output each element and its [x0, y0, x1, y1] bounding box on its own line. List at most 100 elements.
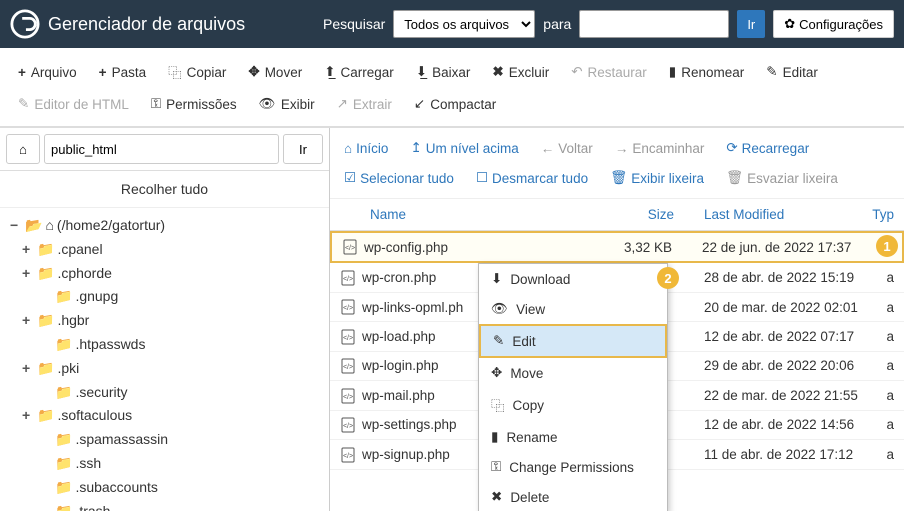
home-button[interactable]: ⌂: [6, 134, 40, 164]
folder-icon: 📁: [55, 285, 72, 309]
ctx-copy[interactable]: ⿻Copy: [479, 388, 667, 422]
code-file-icon: </>: [340, 446, 362, 462]
delete-button[interactable]: ✖Excluir: [482, 56, 559, 88]
ctx-edit[interactable]: ✎Edit2: [479, 324, 667, 358]
edit-button[interactable]: ✎Editar: [756, 56, 828, 88]
col-name[interactable]: Name: [340, 207, 584, 222]
tree-item[interactable]: 📁.subaccounts: [4, 476, 325, 500]
upload-icon: ⬆̲: [324, 64, 335, 80]
tree-item[interactable]: 📁.trash: [4, 500, 325, 511]
collapse-all-button[interactable]: Recolher tudo: [0, 171, 329, 208]
search-go-button[interactable]: Ir: [737, 10, 765, 38]
main-area: ⌂ Ir Recolher tudo − 📂 ⌂ (/home2/gatortu…: [0, 127, 904, 511]
pencil-icon: ✎: [766, 64, 777, 80]
rename-button[interactable]: ▮Renomear: [659, 56, 754, 88]
toggle-icon[interactable]: +: [22, 238, 34, 262]
plus-icon: +: [99, 65, 107, 80]
restore-button: ↶Restaurar: [561, 56, 657, 88]
view-trash-button[interactable]: 🗑 Exibir lixeira: [602, 166, 712, 190]
tree-item[interactable]: +📁.softaculous: [4, 404, 325, 428]
path-go-button[interactable]: Ir: [283, 134, 323, 164]
folder-icon: 📁: [55, 476, 72, 500]
folder-icon: 📁: [55, 452, 72, 476]
move-icon: ✥: [248, 64, 259, 80]
pencil-icon: ✎: [493, 333, 504, 349]
tree-item[interactable]: +📁.pki: [4, 357, 325, 381]
file-type: a: [864, 270, 894, 285]
home-nav-button[interactable]: ⌂ Início: [336, 136, 396, 160]
code-file-icon: </>: [340, 328, 362, 344]
new-file-button[interactable]: +Arquivo: [8, 56, 87, 88]
table-row[interactable]: </>wp-config.php3,32 KB22 de jun. de 202…: [330, 231, 904, 263]
extract-button: ↗Extrair: [327, 90, 402, 118]
tree-item[interactable]: 📁.spamassassin: [4, 428, 325, 452]
file-modified: 12 de abr. de 2022 14:56: [674, 417, 864, 432]
search-scope-select[interactable]: Todos os arquivos: [393, 10, 535, 38]
ctx-rename[interactable]: ▮Rename: [479, 422, 667, 452]
file-modified: 28 de abr. de 2022 15:19: [674, 270, 864, 285]
ctx-permissions[interactable]: ⚿Change Permissions: [479, 452, 667, 482]
eye-icon: 👁: [491, 301, 508, 317]
toggle-icon[interactable]: −: [10, 214, 22, 238]
folder-icon: 📁: [37, 357, 54, 381]
forward-button: → Encaminhar: [607, 136, 713, 160]
col-type[interactable]: Typ: [864, 207, 894, 222]
col-size[interactable]: Size: [584, 207, 674, 222]
file-type: a: [864, 358, 894, 373]
reload-button[interactable]: ⟳ Recarregar: [718, 136, 817, 160]
file-toolbar: ⌂ Início ↥ Um nível acima ← Voltar → Enc…: [330, 128, 904, 199]
svg-text:</>: </>: [343, 335, 353, 342]
view-button[interactable]: 👁Exibir: [249, 90, 325, 118]
ctx-delete[interactable]: ✖Delete: [479, 482, 667, 511]
folder-name: .hgbr: [57, 309, 89, 333]
path-input[interactable]: [44, 134, 279, 164]
undo-icon: ↶: [571, 64, 582, 80]
ctx-view[interactable]: 👁View: [479, 294, 667, 324]
upload-button[interactable]: ⬆̲Carregar: [314, 56, 404, 88]
svg-text:</>: </>: [343, 305, 353, 312]
download-button[interactable]: ⬇̲Baixar: [406, 56, 481, 88]
code-file-icon: </>: [340, 387, 362, 403]
folder-name: .security: [75, 381, 127, 405]
toggle-icon[interactable]: +: [22, 262, 34, 286]
deselect-all-button[interactable]: ☐ Desmarcar tudo: [468, 166, 596, 190]
compress-icon: ↙: [414, 96, 425, 112]
for-label: para: [543, 16, 571, 32]
file-icon: ▮: [491, 429, 498, 445]
tree-item[interactable]: 📁.ssh: [4, 452, 325, 476]
extract-icon: ↗: [337, 96, 348, 112]
file-rows: 1 ⬇Download 👁View ✎Edit2 ✥Move ⿻Copy ▮Re…: [330, 231, 904, 511]
tree-item[interactable]: 📁.security: [4, 381, 325, 405]
col-modified[interactable]: Last Modified: [674, 207, 864, 222]
compress-button[interactable]: ↙Compactar: [404, 90, 506, 118]
file-size: 3,32 KB: [582, 240, 672, 255]
select-all-button[interactable]: ☑ Selecionar tudo: [336, 166, 462, 190]
folder-icon: 📁: [37, 404, 54, 428]
tree-item[interactable]: +📁.cphorde: [4, 262, 325, 286]
svg-text:</>: </>: [345, 245, 355, 252]
x-icon: ✖: [491, 489, 502, 505]
svg-text:</>: </>: [343, 276, 353, 283]
tree-item[interactable]: 📁.gnupg: [4, 285, 325, 309]
new-folder-button[interactable]: +Pasta: [89, 56, 156, 88]
move-icon: ✥: [491, 365, 502, 381]
toggle-icon[interactable]: +: [22, 309, 34, 333]
permissions-button[interactable]: ⚿Permissões: [141, 90, 247, 118]
ctx-move[interactable]: ✥Move: [479, 358, 667, 388]
tree-item[interactable]: +📁.hgbr: [4, 309, 325, 333]
folder-icon: 📁: [37, 238, 54, 262]
folder-name: .cpanel: [57, 238, 102, 262]
toggle-icon[interactable]: +: [22, 404, 34, 428]
tree-item[interactable]: +📁.cpanel: [4, 238, 325, 262]
tree-root[interactable]: − 📂 ⌂ (/home2/gatortur): [4, 214, 325, 238]
toggle-icon[interactable]: +: [22, 357, 34, 381]
move-button[interactable]: ✥Mover: [238, 56, 312, 88]
ctx-download[interactable]: ⬇Download: [479, 264, 667, 294]
search-input[interactable]: [579, 10, 729, 38]
search-area: Pesquisar Todos os arquivos para Ir ✿Con…: [323, 10, 894, 38]
copy-button[interactable]: ⿻Copiar: [158, 56, 236, 88]
up-level-button[interactable]: ↥ Um nível acima: [402, 136, 526, 160]
settings-button[interactable]: ✿Configurações: [773, 10, 894, 38]
annotation-badge-2: 2: [657, 267, 679, 289]
tree-item[interactable]: 📁.htpasswds: [4, 333, 325, 357]
